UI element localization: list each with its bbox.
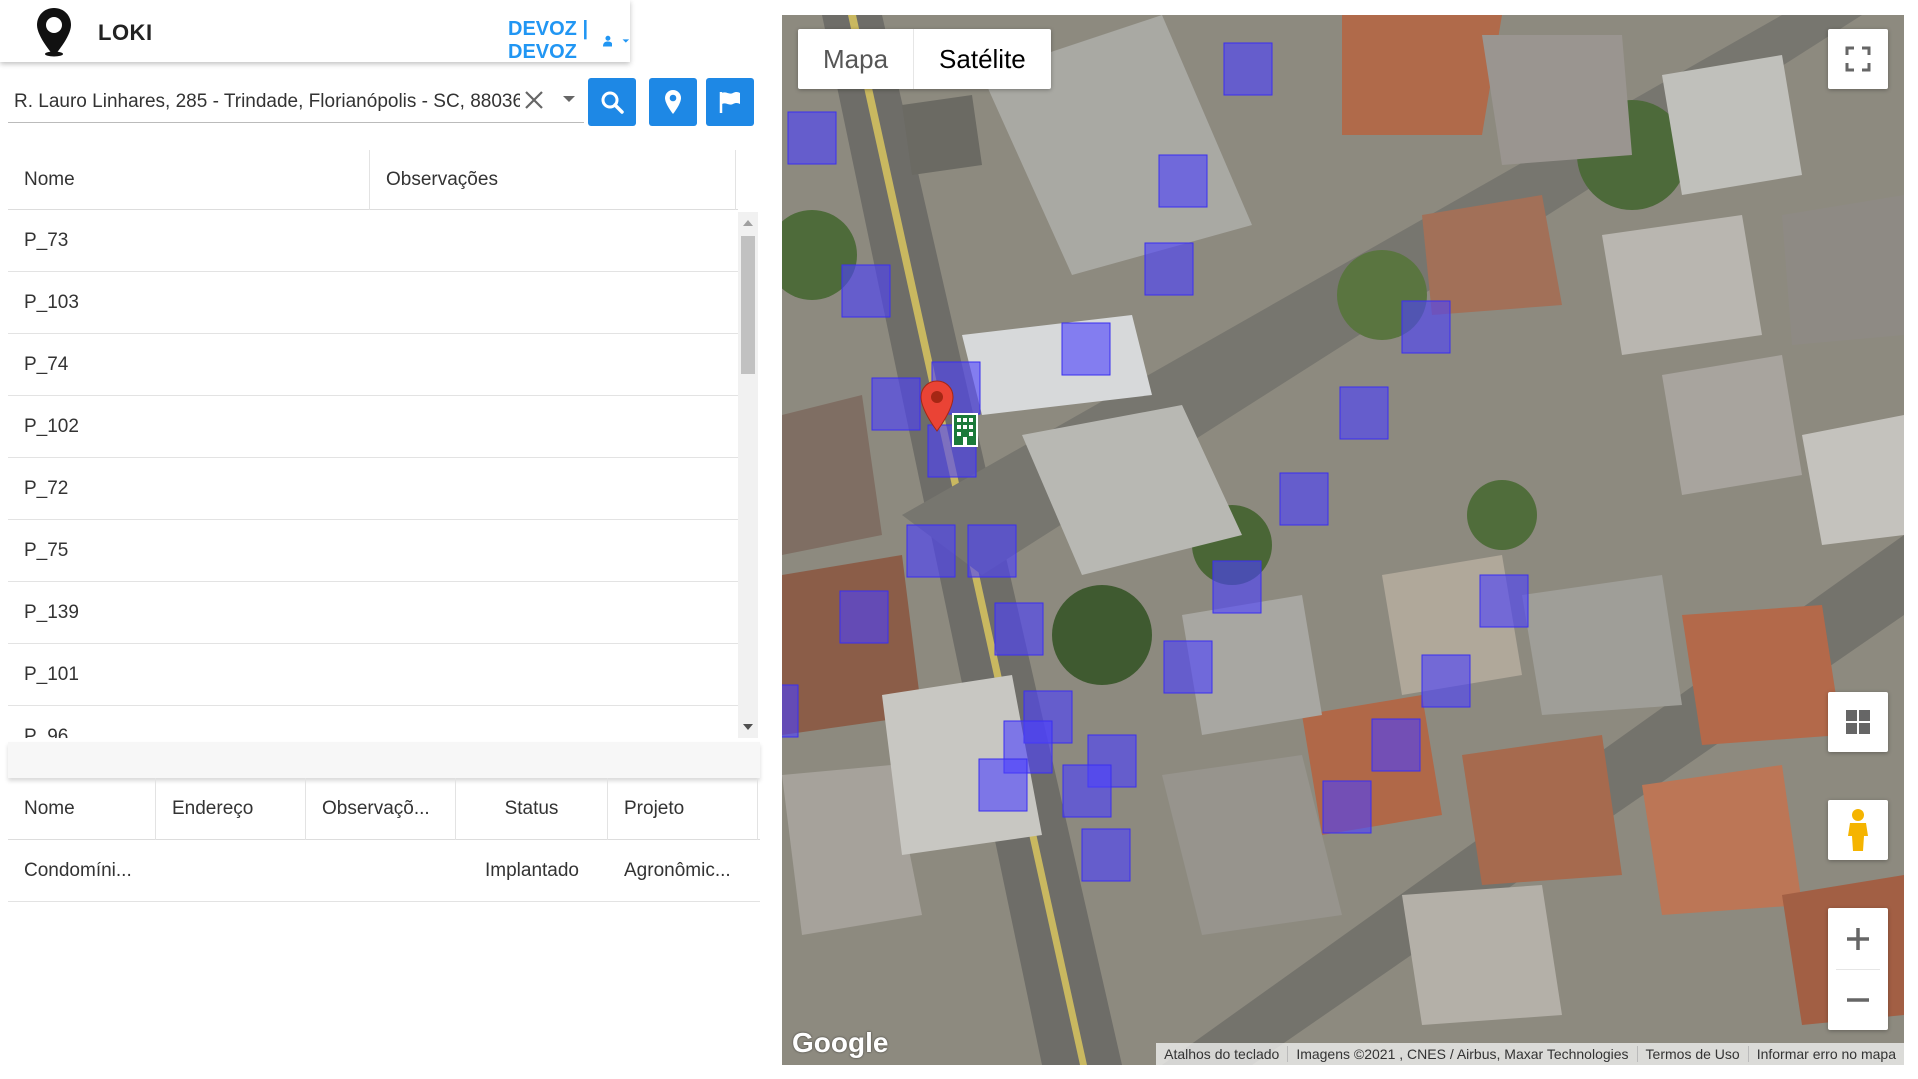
zoom-out-button[interactable] — [1828, 970, 1888, 1030]
fullscreen-button[interactable] — [1828, 29, 1888, 89]
panel-splitter[interactable] — [8, 742, 760, 778]
table-row[interactable]: P_74 — [8, 334, 738, 396]
search-icon — [601, 91, 624, 114]
scroll-up-arrow[interactable] — [743, 220, 753, 226]
cell-status: Implantado — [484, 860, 579, 881]
imagery-credit: Imagens ©2021 , CNES / Airbus, Maxar Tec… — [1287, 1046, 1636, 1062]
layers-icon — [1846, 710, 1870, 734]
column-header-name[interactable]: Nome — [8, 778, 156, 840]
locate-pin-button[interactable] — [649, 78, 697, 126]
zoom-control — [1828, 908, 1888, 1030]
layers-button[interactable] — [1828, 692, 1888, 752]
map-type-map-button[interactable]: Mapa — [798, 29, 915, 89]
points-table-header: Nome Observações — [8, 150, 738, 210]
fullscreen-icon — [1845, 46, 1871, 72]
cell-name: Condomíni... — [24, 860, 132, 881]
table-row[interactable]: Condomíni... Implantado Agronômic... — [8, 840, 760, 902]
scroll-thumb[interactable] — [741, 236, 755, 374]
column-header-name[interactable]: Nome — [8, 150, 370, 210]
table-row[interactable]: P_75 — [8, 520, 738, 582]
cell-project: Agronômic... — [624, 860, 731, 881]
building-icon — [952, 413, 978, 447]
keyboard-shortcuts-link[interactable]: Atalhos do teclado — [1156, 1046, 1287, 1062]
report-error-link[interactable]: Informar erro no mapa — [1747, 1046, 1904, 1062]
points-table: Nome Observações P_73 P_103 P_74 P_102 P… — [8, 150, 760, 738]
column-header-observations[interactable]: Observações — [370, 150, 736, 210]
points-table-body: P_73 P_103 P_74 P_102 P_72 P_75 P_139 P_… — [8, 210, 738, 738]
pegman-icon — [1848, 809, 1868, 851]
user-menu[interactable]: DEVOZ | DEVOZ — [508, 18, 630, 64]
sites-table-header: Nome Endereço Observaçõ... Status Projet… — [8, 778, 760, 840]
table-row[interactable]: P_73 — [8, 210, 738, 272]
flag-button[interactable] — [706, 78, 754, 126]
zoom-in-button[interactable] — [1828, 909, 1888, 969]
table-row[interactable]: P_96 — [8, 706, 738, 739]
caret-down-icon — [622, 39, 630, 43]
address-search-row — [0, 76, 754, 132]
user-label: DEVOZ | DEVOZ — [508, 18, 589, 63]
search-button[interactable] — [588, 78, 636, 126]
address-input[interactable] — [14, 86, 520, 118]
map-view[interactable]: Mapa Satélite Google Atalhos do teclado … — [782, 15, 1904, 1065]
top-bar: LOKI DEVOZ | DEVOZ — [0, 0, 630, 64]
cell-address — [156, 840, 306, 902]
table-row[interactable]: P_101 — [8, 644, 738, 706]
map-pin-icon — [665, 90, 681, 114]
app-title: LOKI — [98, 20, 153, 45]
map-attribution: Atalhos do teclado Imagens ©2021 , CNES … — [1156, 1043, 1904, 1065]
satellite-imagery[interactable] — [782, 15, 1904, 1065]
chevron-down-icon[interactable] — [558, 88, 580, 110]
map-type-control: Mapa Satélite — [798, 29, 1051, 89]
table-row[interactable]: P_72 — [8, 458, 738, 520]
table-row[interactable]: P_139 — [8, 582, 738, 644]
zoom-out-icon — [1847, 997, 1869, 1002]
street-view-pegman[interactable] — [1828, 800, 1888, 860]
google-logo[interactable]: Google — [792, 1027, 888, 1059]
table-row[interactable]: P_102 — [8, 396, 738, 458]
column-header-observations[interactable]: Observaçõ... — [306, 778, 456, 840]
close-icon[interactable] — [520, 86, 548, 114]
user-icon — [602, 35, 613, 47]
map-type-satellite-button[interactable]: Satélite — [914, 29, 1051, 89]
logo-pin-icon — [37, 8, 71, 57]
points-table-scrollbar[interactable] — [738, 212, 758, 738]
scroll-down-arrow[interactable] — [743, 724, 753, 730]
left-panel: LOKI DEVOZ | DEVOZ Nome Observações P_73… — [0, 0, 760, 1079]
location-marker-icon[interactable] — [920, 380, 954, 432]
flag-icon — [719, 92, 740, 113]
column-header-address[interactable]: Endereço — [156, 778, 306, 840]
zoom-in-icon — [1847, 927, 1869, 950]
sites-table: Nome Endereço Observaçõ... Status Projet… — [8, 778, 760, 902]
terms-link[interactable]: Termos de Uso — [1636, 1046, 1748, 1062]
input-underline — [8, 122, 584, 123]
table-row[interactable]: P_103 — [8, 272, 738, 334]
cell-observations — [306, 840, 456, 902]
column-header-status[interactable]: Status — [456, 778, 608, 840]
column-header-project[interactable]: Projeto — [608, 778, 758, 840]
